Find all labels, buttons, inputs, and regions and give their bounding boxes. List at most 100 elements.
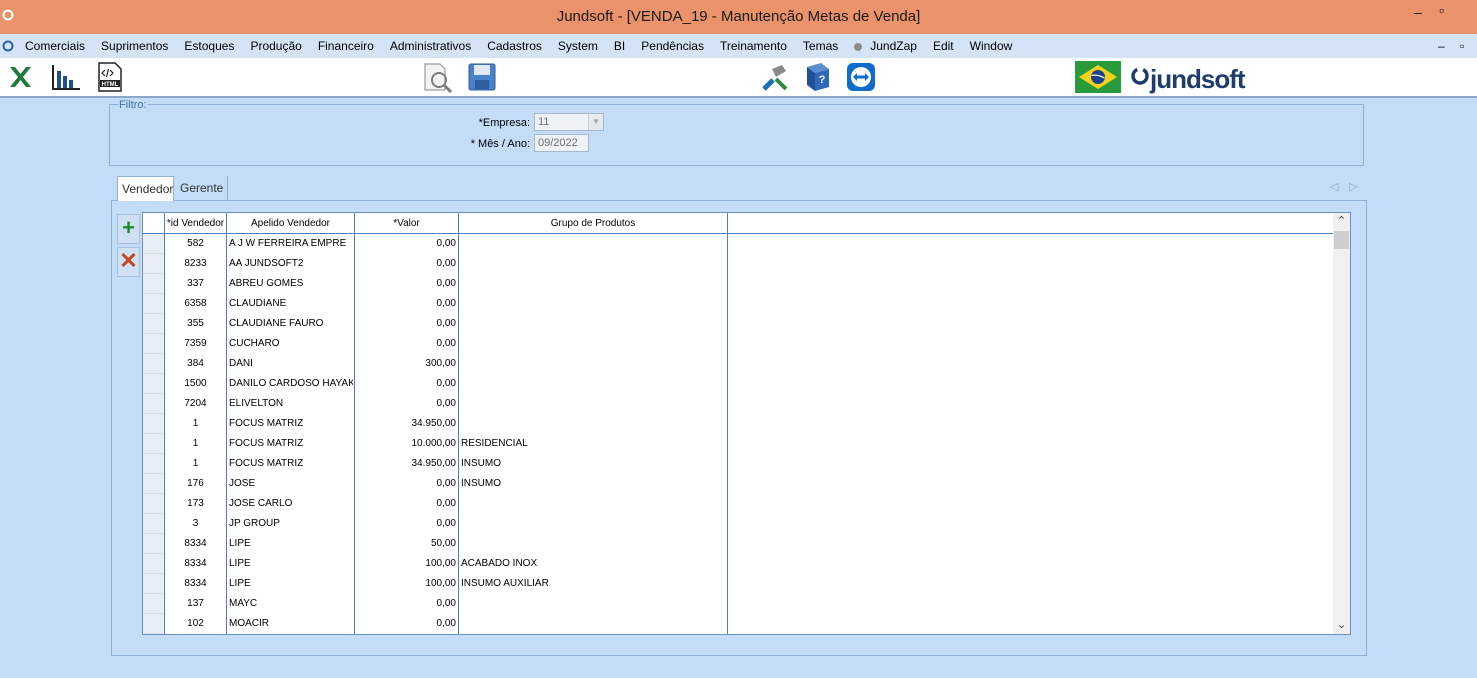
minimize-button[interactable]: –: [1414, 4, 1422, 20]
html-icon[interactable]: HTML: [94, 61, 126, 93]
row-apelido[interactable]: LIPE: [229, 578, 353, 589]
menu-item-estoques[interactable]: Estoques: [184, 39, 234, 53]
row-valor[interactable]: 0,00: [355, 598, 456, 609]
table-row[interactable]: 173 JOSE CARLO 0,00: [143, 494, 1333, 514]
tab-scroll-left-icon[interactable]: ◁: [1330, 180, 1338, 193]
row-selector[interactable]: [143, 494, 164, 514]
row-id-vendedor[interactable]: 1: [165, 418, 226, 429]
mdi-minimize-button[interactable]: –: [1438, 39, 1445, 53]
row-selector[interactable]: [143, 334, 164, 354]
row-selector[interactable]: [143, 354, 164, 374]
menu-item-producao[interactable]: Produção: [250, 39, 301, 53]
row-id-vendedor[interactable]: 7359: [165, 338, 226, 349]
row-selector[interactable]: [143, 474, 164, 494]
row-selector[interactable]: [143, 514, 164, 534]
row-id-vendedor[interactable]: 8334: [165, 578, 226, 589]
menu-app-icon[interactable]: [2, 40, 14, 52]
row-selector[interactable]: [143, 294, 164, 314]
row-valor[interactable]: 0,00: [355, 618, 456, 629]
row-valor[interactable]: 0,00: [355, 258, 456, 269]
row-valor[interactable]: 0,00: [355, 518, 456, 529]
row-apelido[interactable]: FOCUS MATRIZ: [229, 458, 353, 469]
row-apelido[interactable]: MOACIR: [229, 618, 353, 629]
row-selector[interactable]: [143, 374, 164, 394]
header-grupo-produtos[interactable]: Grupo de Produtos: [459, 213, 727, 234]
row-id-vendedor[interactable]: 8334: [165, 538, 226, 549]
row-id-vendedor[interactable]: 176: [165, 478, 226, 489]
row-id-vendedor[interactable]: 355: [165, 318, 226, 329]
row-valor[interactable]: 0,00: [355, 498, 456, 509]
row-id-vendedor[interactable]: 384: [165, 358, 226, 369]
vendedor-grid[interactable]: *id Vendedor Apelido Vendedor *Valor Gru…: [142, 212, 1351, 635]
row-apelido[interactable]: DANILO CARDOSO HAYAK: [229, 378, 353, 389]
header-valor[interactable]: *Valor: [355, 213, 458, 234]
row-valor[interactable]: 0,00: [355, 378, 456, 389]
row-apelido[interactable]: DANI: [229, 358, 353, 369]
row-apelido[interactable]: JP GROUP: [229, 518, 353, 529]
row-apelido[interactable]: LIPE: [229, 538, 353, 549]
menu-item-system[interactable]: System: [558, 39, 598, 53]
row-apelido[interactable]: AA JUNDSOFT2: [229, 258, 353, 269]
row-apelido[interactable]: CUCHARO: [229, 338, 353, 349]
row-id-vendedor[interactable]: 3: [165, 518, 226, 529]
row-valor[interactable]: 50,00: [355, 538, 456, 549]
row-valor[interactable]: 100,00: [355, 558, 456, 569]
row-selector[interactable]: [143, 314, 164, 334]
row-apelido[interactable]: MAYC: [229, 598, 353, 609]
row-id-vendedor[interactable]: 6358: [165, 298, 226, 309]
row-selector[interactable]: [143, 394, 164, 414]
row-id-vendedor[interactable]: 8233: [165, 258, 226, 269]
table-row[interactable]: 355 CLAUDIANE FAURO 0,00: [143, 314, 1333, 334]
row-selector[interactable]: [143, 254, 164, 274]
row-id-vendedor[interactable]: 7204: [165, 398, 226, 409]
row-grupo[interactable]: RESIDENCIAL: [461, 438, 725, 449]
table-row[interactable]: 6358 CLAUDIANE 0,00: [143, 294, 1333, 314]
row-valor[interactable]: 0,00: [355, 298, 456, 309]
save-icon[interactable]: [466, 61, 498, 93]
row-grupo[interactable]: ACABADO INOX: [461, 558, 725, 569]
restore-button[interactable]: ▫: [1439, 2, 1444, 18]
row-selector[interactable]: [143, 534, 164, 554]
chevron-down-icon[interactable]: ▼: [588, 114, 603, 130]
row-id-vendedor[interactable]: 1500: [165, 378, 226, 389]
row-selector[interactable]: [143, 614, 164, 634]
menu-item-suprimentos[interactable]: Suprimentos: [101, 39, 168, 53]
row-apelido[interactable]: FOCUS MATRIZ: [229, 438, 353, 449]
delete-row-button[interactable]: ✕: [117, 247, 140, 277]
row-valor[interactable]: 0,00: [355, 478, 456, 489]
teamviewer-icon[interactable]: [845, 61, 877, 93]
chevron-up-icon[interactable]: ⌃: [1333, 213, 1350, 230]
row-valor[interactable]: 0,00: [355, 238, 456, 249]
vertical-scrollbar[interactable]: ⌃ ⌄: [1333, 213, 1350, 634]
table-row[interactable]: 137 MAYC 0,00: [143, 594, 1333, 614]
row-id-vendedor[interactable]: 337: [165, 278, 226, 289]
table-row[interactable]: 8334 LIPE 50,00: [143, 534, 1333, 554]
row-id-vendedor[interactable]: 173: [165, 498, 226, 509]
row-apelido[interactable]: CLAUDIANE FAURO: [229, 318, 353, 329]
tools-icon[interactable]: [758, 61, 790, 93]
add-row-button[interactable]: +: [117, 214, 140, 244]
row-grupo[interactable]: INSUMO: [461, 478, 725, 489]
table-row[interactable]: 582 A J W FERREIRA EMPRE 0,00: [143, 234, 1333, 254]
row-valor[interactable]: 34.950,00: [355, 418, 457, 429]
row-apelido[interactable]: ABREU GOMES: [229, 278, 353, 289]
mdi-restore-button[interactable]: ▫: [1460, 39, 1464, 53]
menu-item-treinamento[interactable]: Treinamento: [720, 39, 787, 53]
row-id-vendedor[interactable]: 582: [165, 238, 226, 249]
row-selector[interactable]: [143, 454, 164, 474]
header-apelido-vendedor[interactable]: Apelido Vendedor: [227, 213, 354, 234]
table-row[interactable]: 102 MOACIR 0,00: [143, 614, 1333, 634]
row-valor[interactable]: 34.950,00: [355, 458, 457, 469]
menu-item-bi[interactable]: BI: [614, 39, 625, 53]
menu-item-jundzap[interactable]: JundZap: [854, 39, 917, 53]
table-row[interactable]: 7204 ELIVELTON 0,00: [143, 394, 1333, 414]
row-apelido[interactable]: LIPE: [229, 558, 353, 569]
menu-item-pendencias[interactable]: Pendências: [641, 39, 704, 53]
table-row[interactable]: 337 ABREU GOMES 0,00: [143, 274, 1333, 294]
mes-ano-field[interactable]: 09/2022: [534, 134, 589, 152]
tab-gerente[interactable]: Gerente: [176, 176, 228, 200]
table-row[interactable]: 8334 LIPE 100,00 ACABADO INOX: [143, 554, 1333, 574]
table-row[interactable]: 8233 AA JUNDSOFT2 0,00: [143, 254, 1333, 274]
table-row[interactable]: 3 JP GROUP 0,00: [143, 514, 1333, 534]
row-selector[interactable]: [143, 274, 164, 294]
